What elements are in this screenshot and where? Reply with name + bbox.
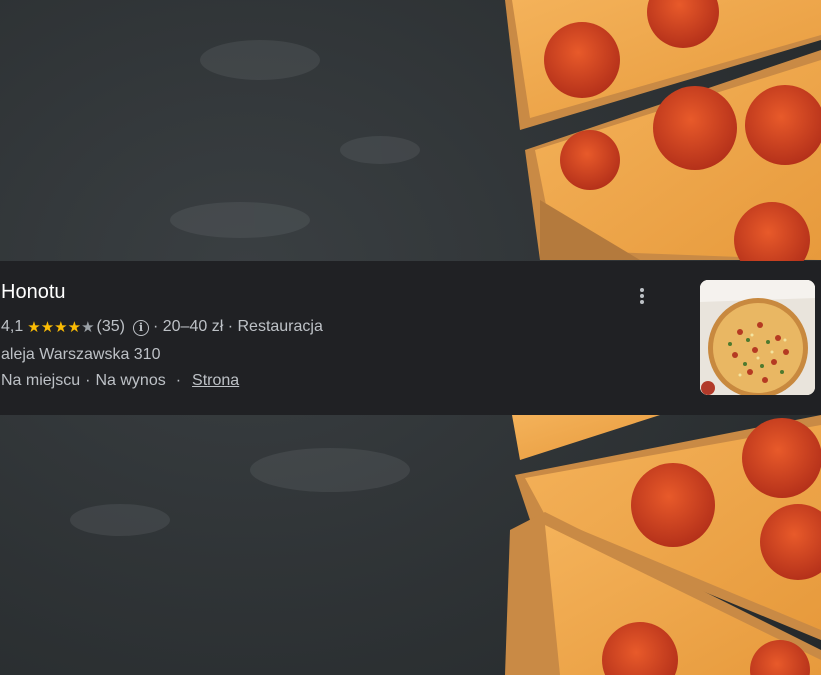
- price-range: 20–40 zł: [162, 318, 224, 335]
- website-link[interactable]: Strona: [192, 372, 239, 389]
- services-row: Na miejscu · Na wynos · Strona: [1, 371, 239, 391]
- address: aleja Warszawska 310: [1, 346, 161, 363]
- star-icon: ★: [40, 319, 55, 336]
- more-vert-icon[interactable]: [632, 283, 652, 307]
- place-card[interactable]: Honotu 4,1 ★★★★★ (35) i · 20–40 zł · Restaur…: [0, 261, 821, 415]
- pizza-thumbnail-image: [700, 280, 815, 395]
- rating-value: 4,1: [1, 318, 24, 335]
- service-dine-in: Na miejscu: [1, 372, 81, 389]
- rating-stars: ★★★★★: [27, 318, 94, 338]
- place-name[interactable]: Honotu: [1, 280, 66, 304]
- separator: ·: [152, 318, 159, 335]
- star-icon: ★: [27, 319, 41, 336]
- separator: ·: [175, 372, 182, 389]
- review-count[interactable]: (35): [97, 318, 125, 335]
- place-thumbnail[interactable]: [700, 280, 815, 395]
- service-takeout: Na wynos: [95, 372, 166, 389]
- star-icon: ★: [67, 319, 82, 336]
- star-empty-icon: ★: [81, 319, 95, 336]
- star-icon: ★: [54, 319, 68, 336]
- info-icon[interactable]: i: [132, 320, 149, 336]
- rating-row: 4,1 ★★★★★ (35) i · 20–40 zł · Restauracja: [1, 317, 323, 338]
- separator: ·: [227, 318, 234, 335]
- separator: ·: [85, 372, 91, 389]
- category: Restauracja: [237, 318, 323, 335]
